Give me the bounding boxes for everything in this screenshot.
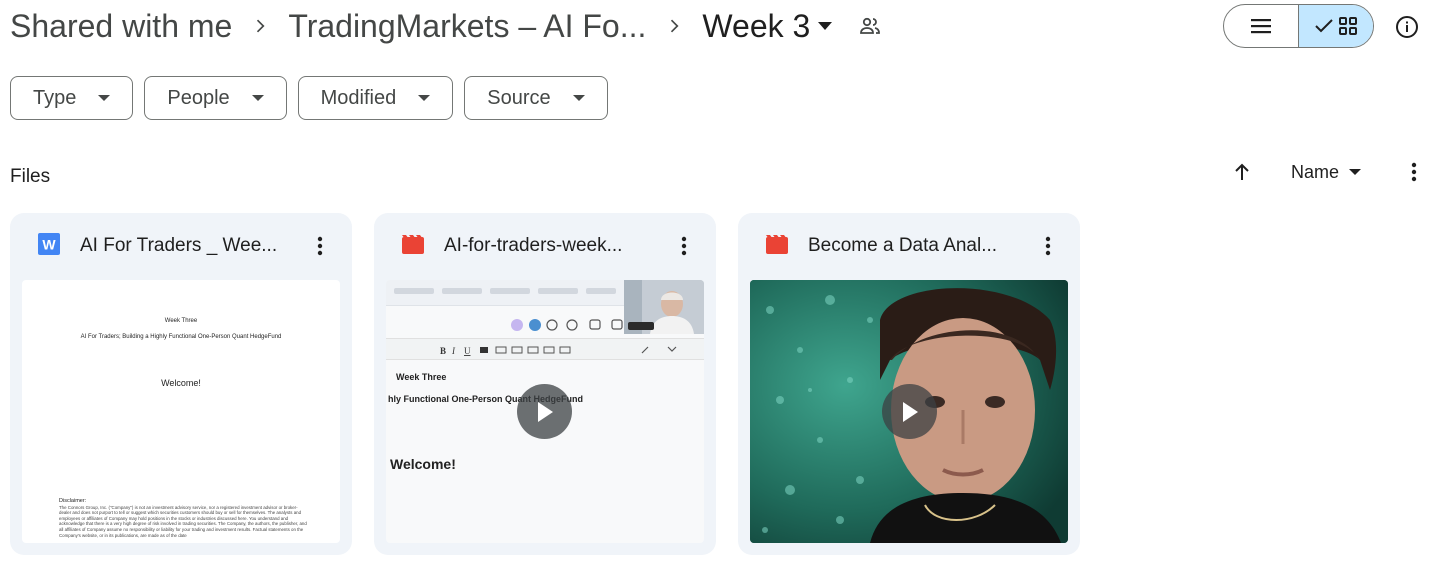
breadcrumb: Shared with me TradingMarkets – AI Fo...…: [10, 0, 882, 52]
svg-text:I: I: [451, 346, 456, 356]
breadcrumb-parent-folder[interactable]: TradingMarkets – AI Fo...: [288, 8, 646, 45]
play-icon[interactable]: [517, 384, 572, 439]
recording-heading: Week Three: [396, 372, 447, 382]
grid-view-button[interactable]: [1298, 5, 1373, 47]
info-icon[interactable]: [1394, 14, 1420, 40]
file-name: AI For Traders _ Wee...: [80, 235, 278, 256]
sort-direction-icon[interactable]: [1229, 159, 1255, 185]
svg-text:U: U: [464, 346, 471, 356]
filter-people-label: People: [167, 86, 230, 109]
filter-bar: Type People Modified Source: [10, 76, 608, 120]
file-card[interactable]: W AI For Traders _ Wee... Week Three AI …: [10, 213, 352, 555]
file-name: Become a Data Anal...: [808, 235, 998, 256]
file-more-options-icon[interactable]: [1036, 234, 1060, 258]
video-thumbnail[interactable]: [750, 280, 1068, 543]
doc-heading: Week Three: [164, 318, 198, 324]
video-file-icon: [402, 234, 424, 259]
word-doc-icon: W: [38, 232, 60, 260]
svg-text:W: W: [42, 236, 56, 252]
breadcrumb-shared-with-me[interactable]: Shared with me: [10, 8, 232, 45]
doc-subtitle: AI For Traders; Building a Highly Functi…: [80, 334, 282, 340]
file-card-header: W AI For Traders _ Wee...: [10, 213, 352, 279]
play-icon[interactable]: [882, 384, 937, 439]
more-options-icon[interactable]: [1402, 160, 1426, 184]
file-thumbnail[interactable]: Week Three AI For Traders; Building a Hi…: [22, 280, 340, 543]
caret-down-icon: [98, 95, 111, 101]
filter-type-label: Type: [33, 86, 77, 109]
svg-text:B: B: [440, 346, 446, 356]
chevron-right-icon: [232, 16, 288, 36]
sort-by-label: Name: [1291, 161, 1340, 182]
grid-icon: [1338, 17, 1357, 35]
filter-modified[interactable]: Modified: [297, 76, 454, 120]
filter-type[interactable]: Type: [10, 76, 134, 120]
doc-welcome: Welcome!: [161, 378, 201, 388]
view-toggle: [1223, 4, 1374, 48]
doc-disclaimer: Disclaimer: The Connors Group, Inc. ("Co…: [59, 498, 309, 538]
filter-source-label: Source: [487, 86, 551, 109]
caret-down-icon[interactable]: [818, 22, 833, 30]
check-icon: [1315, 19, 1333, 33]
webcam-overlay: [624, 280, 704, 334]
list-view-button[interactable]: [1224, 5, 1299, 47]
file-card-header: Become a Data Anal...: [738, 213, 1080, 279]
caret-down-icon: [1349, 169, 1362, 175]
shared-people-icon[interactable]: [858, 14, 882, 38]
file-name: AI-for-traders-week...: [444, 235, 623, 256]
file-card[interactable]: Become a Data Anal...: [738, 213, 1080, 555]
recording-editor-toolbar: B I U: [386, 338, 704, 360]
recording-welcome: Welcome!: [390, 456, 456, 472]
filter-modified-label: Modified: [320, 86, 397, 109]
caret-down-icon: [251, 95, 264, 101]
chevron-right-icon: [646, 16, 702, 36]
file-more-options-icon[interactable]: [308, 234, 332, 258]
file-card-header: AI-for-traders-week...: [374, 213, 716, 279]
video-file-icon: [766, 234, 788, 259]
caret-down-icon: [572, 95, 585, 101]
list-icon: [1250, 19, 1271, 34]
caret-down-icon: [418, 95, 431, 101]
sort-by-button[interactable]: Name: [1291, 160, 1362, 184]
section-title: Files: [10, 166, 51, 187]
video-thumbnail[interactable]: B I U Week Three hly Functional One-Pers…: [386, 280, 704, 543]
breadcrumb-current-folder[interactable]: Week 3: [702, 8, 810, 45]
doc-disclaimer-text: The Connors Group, Inc. ("Company") is n…: [59, 504, 307, 538]
file-card[interactable]: AI-for-traders-week... B I U Week Three …: [374, 213, 716, 555]
filter-source[interactable]: Source: [464, 76, 608, 120]
filter-people[interactable]: People: [144, 76, 287, 120]
file-more-options-icon[interactable]: [672, 234, 696, 258]
